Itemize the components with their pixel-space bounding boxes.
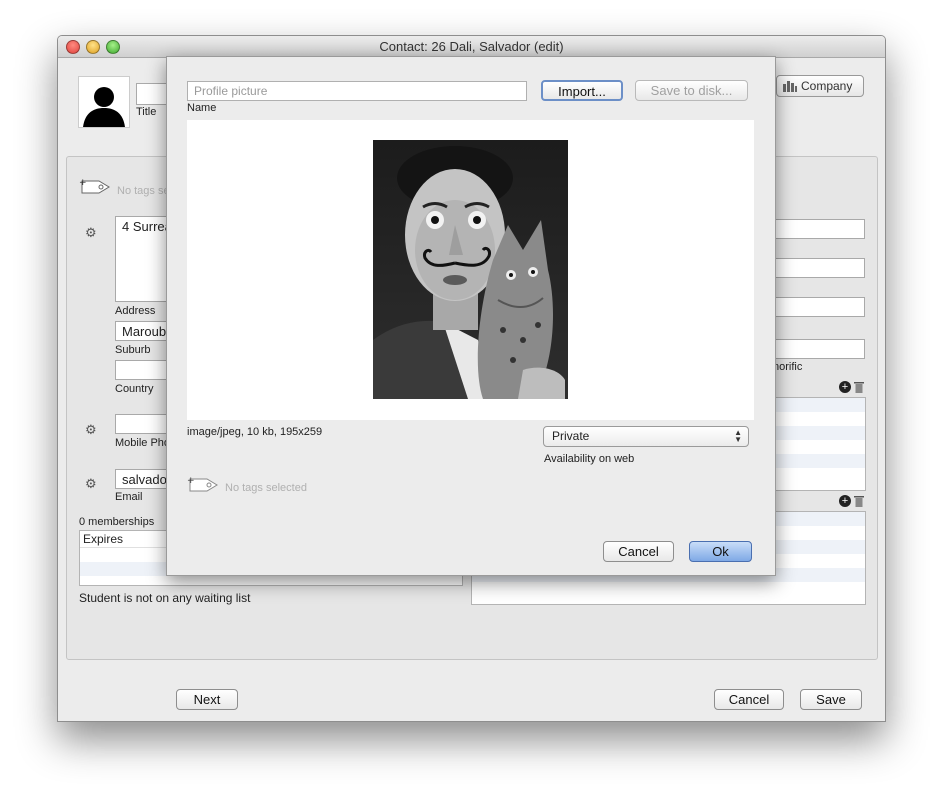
- image-metadata: image/jpeg, 10 kb, 195x259: [187, 426, 323, 438]
- contact-avatar[interactable]: [78, 76, 130, 128]
- country-label: Country: [115, 383, 154, 395]
- honorific-label: norific: [773, 361, 803, 373]
- email-label: Email: [115, 491, 143, 503]
- availability-value: Private: [552, 429, 590, 443]
- cancel-button[interactable]: Cancel: [714, 689, 784, 710]
- dialog-cancel-button[interactable]: Cancel: [603, 541, 674, 562]
- person-silhouette-icon: [83, 87, 125, 127]
- tags-placeholder: No tags sel: [117, 185, 173, 197]
- picture-name-input[interactable]: Profile picture: [187, 81, 527, 101]
- trash-icon[interactable]: [854, 495, 864, 507]
- mobile-phone-label: Mobile Pho: [115, 437, 171, 449]
- select-arrows-icon: ▲ ▼: [734, 428, 742, 444]
- dialog-ok-button[interactable]: Ok: [689, 541, 752, 562]
- svg-text:+: +: [79, 178, 87, 188]
- next-button[interactable]: Next: [176, 689, 238, 710]
- svg-text:+: +: [187, 476, 195, 486]
- right-field-1[interactable]: [767, 219, 865, 239]
- address-gear-icon[interactable]: ⚙: [85, 225, 99, 240]
- tag-icon[interactable]: +: [187, 475, 219, 495]
- honorific-field[interactable]: [767, 339, 865, 359]
- dialog-tags-placeholder: No tags selected: [225, 482, 307, 494]
- picture-name-label: Name: [187, 102, 217, 114]
- title-bar: Contact: 26 Dali, Salvador (edit): [58, 36, 885, 58]
- save-to-disk-button[interactable]: Save to disk...: [635, 80, 748, 101]
- waiting-list-status: Student is not on any waiting list: [79, 591, 251, 605]
- email-gear-icon[interactable]: ⚙: [85, 476, 99, 491]
- suburb-label: Suburb: [115, 344, 151, 356]
- add-icon[interactable]: +: [839, 495, 851, 507]
- memberships-count: 0 memberships: [79, 516, 155, 528]
- add-icon[interactable]: +: [839, 381, 851, 393]
- company-button-label: Company: [801, 79, 853, 93]
- title-label: Title: [136, 106, 157, 118]
- picture-preview-area: [187, 120, 754, 420]
- window-title: Contact: 26 Dali, Salvador (edit): [379, 39, 564, 54]
- save-button[interactable]: Save: [800, 689, 862, 710]
- import-button[interactable]: Import...: [541, 80, 623, 101]
- phone-gear-icon[interactable]: ⚙: [85, 422, 99, 437]
- company-button[interactable]: Company: [776, 75, 864, 97]
- building-icon: [783, 81, 797, 92]
- availability-label: Availability on web: [544, 453, 635, 465]
- tag-icon[interactable]: +: [79, 177, 111, 197]
- availability-select[interactable]: Private ▲ ▼: [543, 426, 749, 447]
- right-field-3[interactable]: [767, 297, 865, 317]
- profile-photo: [373, 140, 568, 399]
- address-label: Address: [115, 305, 156, 317]
- profile-picture-dialog: Profile picture Name Import... Save to d…: [166, 56, 776, 576]
- right-field-2[interactable]: [767, 258, 865, 278]
- trash-icon[interactable]: [854, 381, 864, 393]
